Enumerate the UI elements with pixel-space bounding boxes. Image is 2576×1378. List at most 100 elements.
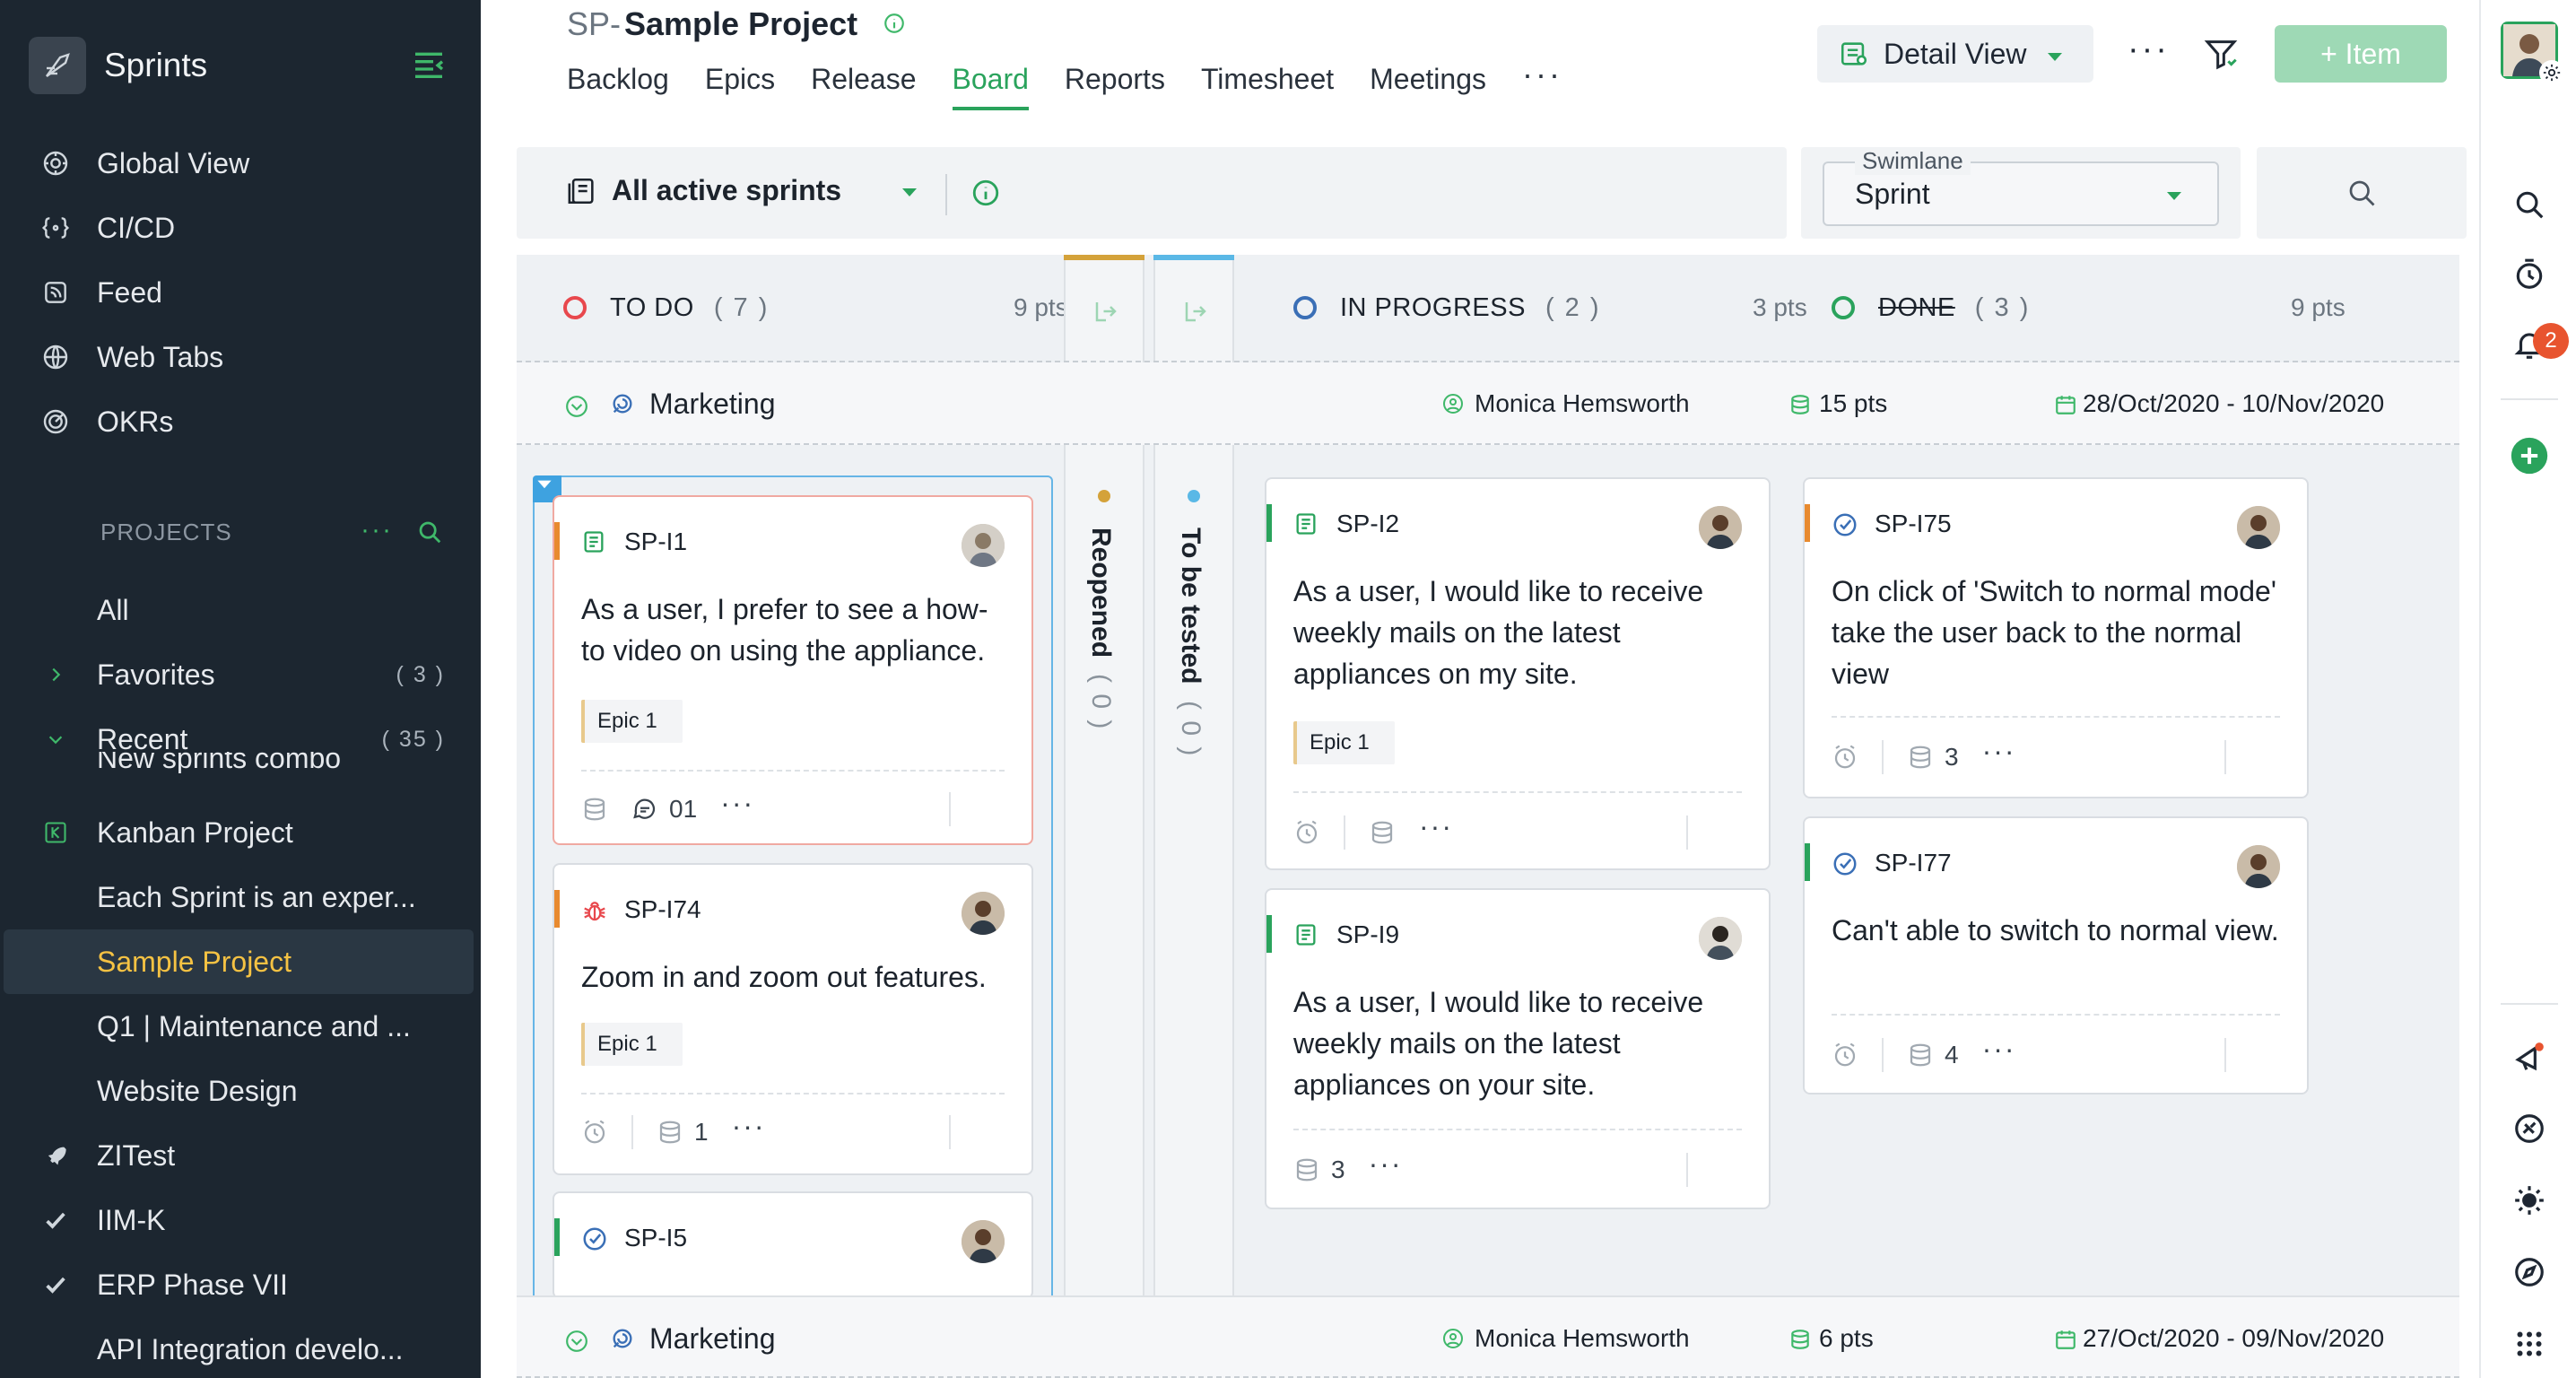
tab-epics[interactable]: Epics [705,63,775,110]
card-id[interactable]: SP-I77 [1875,849,1952,877]
view-selector[interactable]: Detail View [1817,25,2093,83]
collapse-swimlane-icon[interactable] [565,395,588,423]
card-id[interactable]: SP-I2 [1336,510,1399,538]
card-sp-i77[interactable]: SP-I77 Can't able to switch to normal vi… [1803,816,2309,1095]
quick-add-icon[interactable] [2510,436,2549,475]
card-more-icon[interactable]: ··· [1369,1147,1403,1181]
card-more-icon[interactable]: ··· [1419,810,1453,843]
sprint-filter-bar: All active sprints [517,147,1787,239]
explore-compass-icon[interactable] [2510,1252,2549,1292]
assignee-avatar[interactable] [1699,917,1742,960]
board-search-button[interactable] [2257,147,2467,239]
epic-tag[interactable]: Epic 1 [1293,721,1395,764]
card-id[interactable]: SP-I1 [624,528,687,556]
tab-board[interactable]: Board [952,63,1029,110]
nav-web-tabs[interactable]: Web Tabs [0,325,481,389]
tabs-more-icon[interactable]: ··· [1522,56,1562,110]
caret-down-icon[interactable] [901,187,918,204]
tab-reports[interactable]: Reports [1065,63,1165,110]
project-favorites[interactable]: Favorites ( 3 ) [0,642,481,707]
assignee-avatar[interactable] [962,1220,1005,1263]
storypoints-icon[interactable] [1369,819,1396,846]
chevron-down-icon[interactable] [39,723,72,755]
apps-grid-icon[interactable] [2510,1324,2549,1364]
storypoints-item[interactable]: 3 [1293,1156,1345,1184]
assignee-avatar[interactable] [1699,506,1742,549]
filter-icon[interactable] [2203,36,2239,76]
reminder-icon[interactable] [581,1119,608,1146]
project-api-integration[interactable]: API Integration develo... [0,1317,481,1378]
theme-sun-icon[interactable] [2510,1181,2549,1220]
tab-meetings[interactable]: Meetings [1370,63,1486,110]
projects-search-icon[interactable] [416,519,443,550]
announcements-icon[interactable] [2510,1037,2549,1077]
tab-backlog[interactable]: Backlog [567,63,669,110]
storypoints-item[interactable]: 3 [1907,743,1959,772]
project-each-sprint[interactable]: Each Sprint is an exper... [0,865,481,929]
settings-gear-icon[interactable] [2539,60,2564,85]
card-more-icon[interactable]: ··· [720,787,754,820]
card-id[interactable]: SP-I74 [624,895,701,924]
expand-column-icon[interactable] [1092,298,1119,329]
card-more-icon[interactable]: ··· [1982,735,2016,768]
assignee-avatar[interactable] [2237,845,2280,888]
project-kanban[interactable]: Kanban Project [0,800,481,865]
project-all[interactable]: All [0,578,481,642]
brand[interactable]: Sprints [29,34,207,97]
project-iim-k[interactable]: IIM-K [0,1188,481,1252]
card-id[interactable]: SP-I9 [1336,920,1399,949]
swimlane-marketing-2[interactable]: Marketing Monica Hemsworth 6 pts 27/Oct/… [517,1295,2459,1378]
swimlane-select[interactable]: Swimlane Sprint [1823,147,2219,226]
card-sp-i2[interactable]: SP-I2 As a user, I would like to receive… [1265,477,1771,870]
project-q1-maintenance[interactable]: Q1 | Maintenance and ... [0,994,481,1059]
info-icon[interactable] [883,5,906,43]
tab-timesheet[interactable]: Timesheet [1201,63,1334,110]
nav-okrs[interactable]: OKRs [0,389,481,454]
projects-more-icon[interactable]: ··· [361,515,393,545]
project-name[interactable]: Sample Project [624,5,857,43]
card-id[interactable]: SP-I5 [624,1224,687,1252]
global-search-icon[interactable] [2510,185,2549,224]
storypoints-item[interactable]: 1 [657,1118,709,1147]
expand-column-icon[interactable] [1182,298,1209,329]
sprint-filter-select[interactable]: All active sprints [567,174,841,207]
assignee-avatar[interactable] [962,892,1005,935]
card-id[interactable]: SP-I75 [1875,510,1952,538]
user-avatar[interactable] [2501,22,2564,85]
card-sp-i9[interactable]: SP-I9 As a user, I would like to receive… [1265,888,1771,1209]
info-icon[interactable] [970,178,1001,213]
card-sp-i75[interactable]: SP-I75 On click of 'Switch to normal mod… [1803,477,2309,798]
reminder-icon[interactable] [1832,1042,1858,1068]
swimlane-marketing[interactable]: Marketing Monica Hemsworth 15 pts 28/Oct… [517,362,2459,445]
card-more-icon[interactable]: ··· [732,1110,766,1143]
storypoints-item[interactable]: 4 [1907,1041,1959,1069]
project-sample-project[interactable]: Sample Project [4,929,474,994]
card-sp-i1[interactable]: SP-I1 As a user, I prefer to see a how-t… [553,495,1033,845]
card-sp-i74[interactable]: SP-I74 Zoom in and zoom out features. Ep… [553,863,1033,1175]
project-zitest[interactable]: ZITest [0,1123,481,1188]
epic-tag[interactable]: Epic 1 [581,700,683,743]
nav-cicd[interactable]: CI/CD [0,196,481,260]
integrations-icon[interactable] [2510,1109,2549,1148]
chevron-right-icon[interactable] [39,658,72,691]
comments-item[interactable]: 01 [631,795,697,824]
epic-tag[interactable]: Epic 1 [581,1023,683,1066]
nav-feed[interactable]: Feed [0,260,481,325]
project-website-design[interactable]: Website Design [0,1059,481,1123]
assignee-avatar[interactable] [962,524,1005,567]
project-erp-phase-vii[interactable]: ERP Phase VII [0,1252,481,1317]
card-more-icon[interactable]: ··· [1982,1033,2016,1066]
add-item-button[interactable]: + Item [2275,25,2447,83]
project-new-sprints-combo[interactable]: New sprints combo [97,752,341,773]
collapse-sidebar-icon[interactable] [411,47,447,83]
reminder-icon[interactable] [1832,744,1858,771]
tab-release[interactable]: Release [811,63,916,110]
more-options-icon[interactable]: ··· [2128,31,2170,69]
reminder-icon[interactable] [1293,819,1320,846]
nav-global-view[interactable]: Global View [0,131,481,196]
collapse-swimlane-icon[interactable] [565,1330,588,1357]
assignee-avatar[interactable] [2237,506,2280,549]
storypoints-icon[interactable] [581,796,608,823]
card-sp-i5[interactable]: SP-I5 [553,1191,1033,1299]
timer-icon[interactable] [2510,255,2549,294]
